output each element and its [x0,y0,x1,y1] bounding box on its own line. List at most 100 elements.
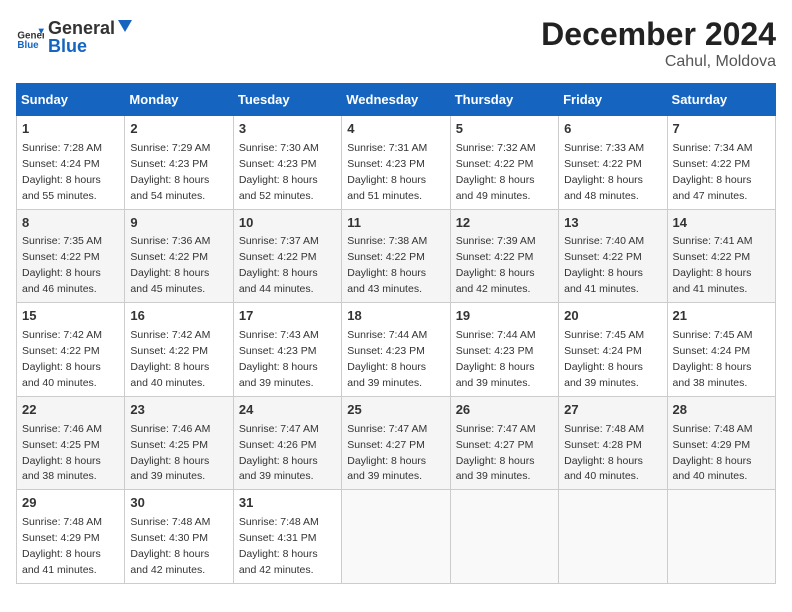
calendar-cell [667,490,775,584]
day-number: 16 [130,307,227,326]
logo-icon: General Blue [16,23,44,51]
calendar-cell: 8 Sunrise: 7:35 AMSunset: 4:22 PMDayligh… [17,209,125,303]
day-info: Sunrise: 7:47 AMSunset: 4:26 PMDaylight:… [239,423,319,483]
calendar-cell: 23 Sunrise: 7:46 AMSunset: 4:25 PMDaylig… [125,396,233,490]
day-info: Sunrise: 7:36 AMSunset: 4:22 PMDaylight:… [130,235,210,295]
day-info: Sunrise: 7:37 AMSunset: 4:22 PMDaylight:… [239,235,319,295]
day-number: 1 [22,120,119,139]
day-number: 9 [130,214,227,233]
calendar-cell: 11 Sunrise: 7:38 AMSunset: 4:22 PMDaylig… [342,209,450,303]
calendar-cell: 6 Sunrise: 7:33 AMSunset: 4:22 PMDayligh… [559,116,667,210]
day-info: Sunrise: 7:48 AMSunset: 4:31 PMDaylight:… [239,516,319,576]
calendar-header-row: SundayMondayTuesdayWednesdayThursdayFrid… [17,84,776,116]
day-number: 25 [347,401,444,420]
day-info: Sunrise: 7:48 AMSunset: 4:30 PMDaylight:… [130,516,210,576]
day-number: 12 [456,214,553,233]
calendar-cell: 25 Sunrise: 7:47 AMSunset: 4:27 PMDaylig… [342,396,450,490]
day-info: Sunrise: 7:48 AMSunset: 4:28 PMDaylight:… [564,423,644,483]
day-number: 7 [673,120,770,139]
day-number: 11 [347,214,444,233]
day-info: Sunrise: 7:34 AMSunset: 4:22 PMDaylight:… [673,142,753,202]
day-info: Sunrise: 7:30 AMSunset: 4:23 PMDaylight:… [239,142,319,202]
calendar-cell: 28 Sunrise: 7:48 AMSunset: 4:29 PMDaylig… [667,396,775,490]
day-number: 28 [673,401,770,420]
day-number: 20 [564,307,661,326]
calendar-cell: 14 Sunrise: 7:41 AMSunset: 4:22 PMDaylig… [667,209,775,303]
day-info: Sunrise: 7:31 AMSunset: 4:23 PMDaylight:… [347,142,427,202]
calendar-cell: 26 Sunrise: 7:47 AMSunset: 4:27 PMDaylig… [450,396,558,490]
day-number: 31 [239,494,336,513]
calendar-cell: 20 Sunrise: 7:45 AMSunset: 4:24 PMDaylig… [559,303,667,397]
day-info: Sunrise: 7:46 AMSunset: 4:25 PMDaylight:… [22,423,102,483]
calendar-cell: 13 Sunrise: 7:40 AMSunset: 4:22 PMDaylig… [559,209,667,303]
calendar-cell: 2 Sunrise: 7:29 AMSunset: 4:23 PMDayligh… [125,116,233,210]
day-info: Sunrise: 7:47 AMSunset: 4:27 PMDaylight:… [456,423,536,483]
day-info: Sunrise: 7:48 AMSunset: 4:29 PMDaylight:… [673,423,753,483]
day-number: 8 [22,214,119,233]
day-number: 15 [22,307,119,326]
calendar-cell: 7 Sunrise: 7:34 AMSunset: 4:22 PMDayligh… [667,116,775,210]
logo-general-text: General [48,19,115,37]
day-number: 26 [456,401,553,420]
calendar-week-4: 22 Sunrise: 7:46 AMSunset: 4:25 PMDaylig… [17,396,776,490]
day-info: Sunrise: 7:32 AMSunset: 4:22 PMDaylight:… [456,142,536,202]
day-number: 24 [239,401,336,420]
day-info: Sunrise: 7:40 AMSunset: 4:22 PMDaylight:… [564,235,644,295]
col-header-wednesday: Wednesday [342,84,450,116]
day-info: Sunrise: 7:33 AMSunset: 4:22 PMDaylight:… [564,142,644,202]
day-info: Sunrise: 7:35 AMSunset: 4:22 PMDaylight:… [22,235,102,295]
day-number: 13 [564,214,661,233]
calendar-week-5: 29 Sunrise: 7:48 AMSunset: 4:29 PMDaylig… [17,490,776,584]
day-info: Sunrise: 7:42 AMSunset: 4:22 PMDaylight:… [130,329,210,389]
day-info: Sunrise: 7:39 AMSunset: 4:22 PMDaylight:… [456,235,536,295]
day-number: 21 [673,307,770,326]
day-info: Sunrise: 7:46 AMSunset: 4:25 PMDaylight:… [130,423,210,483]
col-header-sunday: Sunday [17,84,125,116]
calendar-cell: 1 Sunrise: 7:28 AMSunset: 4:24 PMDayligh… [17,116,125,210]
day-info: Sunrise: 7:41 AMSunset: 4:22 PMDaylight:… [673,235,753,295]
day-number: 23 [130,401,227,420]
title-block: December 2024 Cahul, Moldova [541,16,776,71]
page-subtitle: Cahul, Moldova [541,53,776,71]
col-header-monday: Monday [125,84,233,116]
day-number: 5 [456,120,553,139]
day-info: Sunrise: 7:44 AMSunset: 4:23 PMDaylight:… [347,329,427,389]
calendar-cell: 27 Sunrise: 7:48 AMSunset: 4:28 PMDaylig… [559,396,667,490]
calendar-cell: 18 Sunrise: 7:44 AMSunset: 4:23 PMDaylig… [342,303,450,397]
logo-blue-text: Blue [48,36,87,56]
col-header-tuesday: Tuesday [233,84,341,116]
calendar-cell: 21 Sunrise: 7:45 AMSunset: 4:24 PMDaylig… [667,303,775,397]
day-info: Sunrise: 7:45 AMSunset: 4:24 PMDaylight:… [564,329,644,389]
day-number: 27 [564,401,661,420]
day-number: 17 [239,307,336,326]
logo-arrow-icon [116,16,134,34]
day-info: Sunrise: 7:44 AMSunset: 4:23 PMDaylight:… [456,329,536,389]
calendar-cell: 5 Sunrise: 7:32 AMSunset: 4:22 PMDayligh… [450,116,558,210]
calendar-cell [342,490,450,584]
day-number: 4 [347,120,444,139]
calendar-cell: 3 Sunrise: 7:30 AMSunset: 4:23 PMDayligh… [233,116,341,210]
calendar-cell: 12 Sunrise: 7:39 AMSunset: 4:22 PMDaylig… [450,209,558,303]
calendar-week-3: 15 Sunrise: 7:42 AMSunset: 4:22 PMDaylig… [17,303,776,397]
day-number: 2 [130,120,227,139]
logo: General Blue General Blue [16,16,135,57]
day-info: Sunrise: 7:47 AMSunset: 4:27 PMDaylight:… [347,423,427,483]
calendar-cell: 19 Sunrise: 7:44 AMSunset: 4:23 PMDaylig… [450,303,558,397]
calendar-cell: 17 Sunrise: 7:43 AMSunset: 4:23 PMDaylig… [233,303,341,397]
col-header-saturday: Saturday [667,84,775,116]
day-number: 10 [239,214,336,233]
day-number: 6 [564,120,661,139]
svg-text:Blue: Blue [17,40,39,51]
col-header-friday: Friday [559,84,667,116]
day-number: 3 [239,120,336,139]
calendar-cell: 30 Sunrise: 7:48 AMSunset: 4:30 PMDaylig… [125,490,233,584]
calendar-cell: 4 Sunrise: 7:31 AMSunset: 4:23 PMDayligh… [342,116,450,210]
calendar-cell: 31 Sunrise: 7:48 AMSunset: 4:31 PMDaylig… [233,490,341,584]
col-header-thursday: Thursday [450,84,558,116]
day-number: 29 [22,494,119,513]
calendar-table: SundayMondayTuesdayWednesdayThursdayFrid… [16,83,776,584]
calendar-cell: 22 Sunrise: 7:46 AMSunset: 4:25 PMDaylig… [17,396,125,490]
calendar-cell: 29 Sunrise: 7:48 AMSunset: 4:29 PMDaylig… [17,490,125,584]
calendar-week-1: 1 Sunrise: 7:28 AMSunset: 4:24 PMDayligh… [17,116,776,210]
day-info: Sunrise: 7:28 AMSunset: 4:24 PMDaylight:… [22,142,102,202]
